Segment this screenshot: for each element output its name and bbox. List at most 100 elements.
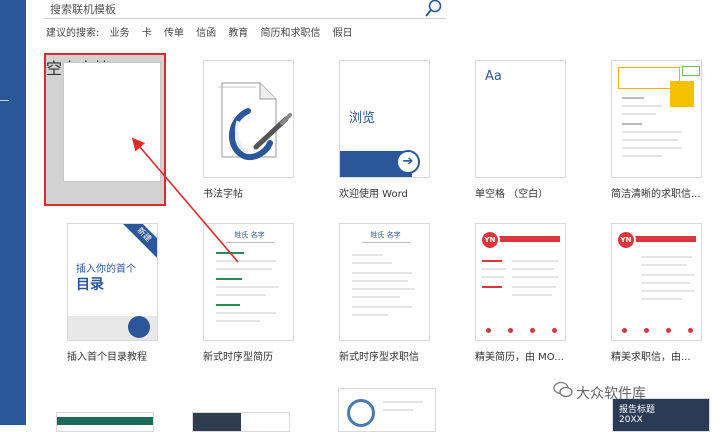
suggestion-card[interactable]: 卡 [142, 28, 152, 39]
template-bottom-3-thumbnail[interactable] [338, 388, 436, 432]
dark-block [193, 413, 241, 431]
template-label: 简洁清晰的求职信... [611, 189, 701, 200]
elegant-resume-thumbnail: YN [475, 223, 566, 341]
text-line [642, 282, 690, 284]
template-label: 精美简历，由 MO... [475, 352, 564, 363]
dot-row [486, 328, 558, 334]
blue-circle [347, 399, 375, 427]
template-bottom-2-thumbnail[interactable] [192, 412, 290, 432]
text-line [482, 286, 502, 288]
text-line [383, 409, 413, 411]
suggestion-flyer[interactable]: 传单 [164, 28, 184, 39]
initials-badge: YN [616, 230, 636, 250]
text-line [352, 262, 392, 264]
toc-tutorial-thumbnail: 插入你的首个 目录 新建 [67, 223, 158, 341]
text-line [216, 252, 244, 254]
text-line [622, 113, 656, 115]
text-line [622, 123, 642, 125]
calligraphy-thumbnail [203, 60, 294, 178]
initials-badge: YN [480, 230, 500, 250]
text-line [512, 268, 554, 270]
template-blank-document[interactable]: 空白文档 [44, 53, 166, 206]
red-dot [486, 328, 491, 333]
text-line [216, 286, 278, 288]
welcome-thumbnail: 浏览 ➔ [339, 60, 430, 178]
text-line [512, 294, 552, 296]
text-line [216, 268, 272, 270]
text-line [482, 268, 506, 270]
red-dot [622, 328, 627, 333]
left-nav-bar [0, 0, 26, 425]
new-ribbon-text: 新建 [135, 225, 154, 244]
single-spaced-thumbnail: Aa [475, 60, 566, 178]
text-line [216, 294, 266, 296]
text-line [216, 304, 240, 306]
text-line [216, 278, 242, 280]
text-line [512, 276, 558, 278]
welcome-thumb-text: 浏览 [349, 111, 376, 126]
text-line [226, 242, 274, 243]
red-dot [644, 328, 649, 333]
search-input[interactable] [44, 0, 420, 18]
text-line [512, 286, 556, 288]
watermark-text: 大众软件库 [576, 386, 646, 402]
template-label: 书法字帖 [203, 189, 243, 200]
suggestion-holiday[interactable]: 假日 [333, 28, 353, 39]
red-header-bar [630, 236, 696, 242]
resume-name: 姓氏 名字 [234, 231, 265, 239]
text-line [622, 147, 682, 149]
text-line [482, 276, 504, 278]
text-line [622, 131, 682, 133]
red-dot [552, 328, 557, 333]
report-title-text: 报告标题 [619, 405, 656, 415]
text-line [352, 272, 412, 274]
nav-tick [0, 100, 9, 101]
text-line [642, 290, 694, 292]
report-year-text: 20XX [619, 415, 643, 425]
text-line [622, 139, 678, 141]
dot-row [622, 328, 694, 334]
logo-mark [682, 66, 700, 76]
clean-cover-letter-thumbnail [611, 60, 702, 178]
document-icon [128, 316, 150, 338]
arrow-circle-icon: ➔ [396, 150, 420, 174]
green-band [57, 417, 153, 425]
template-label: 单空格 （空白） [475, 189, 549, 200]
text-line [362, 242, 410, 243]
template-bottom-4-thumbnail[interactable]: 报告标题 20XX [612, 398, 710, 432]
text-line [512, 260, 558, 262]
text-line [642, 274, 694, 276]
red-dot [688, 328, 693, 333]
text-line [383, 401, 423, 403]
text-line [352, 314, 388, 316]
toc-thumb-line2: 目录 [76, 277, 104, 293]
text-line [482, 260, 502, 262]
initials-text: YN [620, 236, 632, 244]
blank-document-thumbnail [63, 62, 161, 182]
text-line [622, 97, 644, 99]
suggested-searches-label: 建议的搜索: [46, 28, 100, 39]
text-line [622, 155, 662, 157]
wechat-icon [553, 381, 573, 398]
initials-text: YN [484, 236, 496, 244]
suggestion-education[interactable]: 教育 [228, 28, 248, 39]
text-line [642, 264, 686, 266]
text-line [642, 256, 692, 258]
suggested-searches: 建议的搜索: 业务 卡 传单 信函 教育 简历和求职信 假日 [46, 24, 362, 39]
elegant-cover-letter-thumbnail: YN [611, 223, 702, 341]
template-search-box [44, 0, 446, 19]
text-line [352, 306, 412, 308]
text-line [642, 298, 682, 300]
red-header-bar [494, 236, 560, 242]
suggestion-letter[interactable]: 信函 [196, 28, 216, 39]
suggestion-business[interactable]: 业务 [110, 28, 130, 39]
red-dot [508, 328, 513, 333]
calligraphy-art [218, 82, 292, 161]
text-line [216, 260, 276, 262]
yellow-block [670, 81, 694, 107]
search-icon[interactable] [424, 0, 444, 18]
template-label: 新式时序型求职信 [339, 352, 419, 363]
suggestion-resume[interactable]: 简历和求职信 [261, 28, 321, 39]
template-label: 插入首个目录教程 [67, 352, 147, 363]
template-bottom-1-thumbnail[interactable] [56, 412, 154, 432]
